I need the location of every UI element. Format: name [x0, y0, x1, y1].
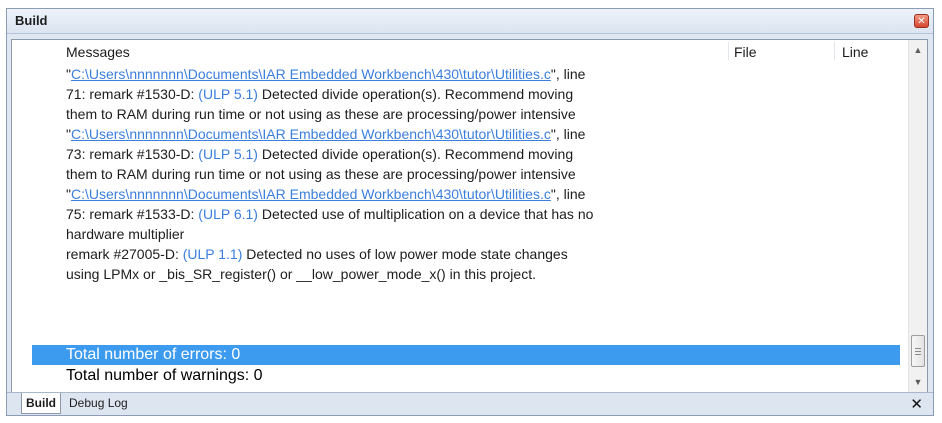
message-line[interactable]: 75: remark #1533-D: (ULP 6.1) Detected u… — [66, 204, 593, 224]
scrollbar-thumb[interactable] — [911, 335, 925, 367]
chevron-up-icon[interactable]: ▲ — [912, 44, 924, 56]
message-line[interactable]: using LPMx or _bis_SR_register() or __lo… — [66, 264, 536, 284]
message-text: 73: remark #1530-D: — [66, 146, 199, 162]
grip-line — [915, 351, 921, 352]
message-line[interactable]: remark #27005-D: (ULP 1.1) Detected no u… — [66, 244, 568, 264]
message-text: ", line — [550, 126, 586, 142]
grip-line — [915, 354, 921, 355]
message-text: Detected divide operation(s). Recommend … — [257, 146, 574, 162]
message-text: 71: remark #1530-D: — [66, 86, 199, 102]
message-text: hardware multiplier — [66, 226, 185, 242]
column-header-file[interactable]: File — [734, 44, 757, 60]
ulp-rule-link[interactable]: (ULP 5.1) — [198, 146, 258, 162]
title-bar: Build ✕ — [7, 9, 933, 34]
message-line[interactable]: "C:\Users\nnnnnnn\Documents\IAR Embedded… — [66, 184, 585, 204]
tab-bar: Build Debug Log ✕ — [7, 392, 933, 415]
selected-message-row[interactable]: Total number of errors: 0 — [32, 345, 900, 365]
message-text: ", line — [550, 66, 586, 82]
column-header-messages[interactable]: Messages — [66, 44, 130, 60]
window-title: Build — [15, 13, 48, 28]
message-text: them to RAM during run time or not using… — [66, 166, 576, 182]
message-line[interactable]: "C:\Users\nnnnnnn\Documents\IAR Embedded… — [66, 124, 585, 144]
ulp-rule-link[interactable]: (ULP 1.1) — [183, 246, 243, 262]
file-path-link[interactable]: C:\Users\nnnnnnn\Documents\IAR Embedded … — [71, 66, 551, 82]
message-text: them to RAM during run time or not using… — [66, 106, 576, 122]
message-text: ", line — [550, 186, 586, 202]
grip-line — [915, 348, 921, 349]
message-text: Detected no uses of low power mode state… — [242, 246, 568, 262]
message-text: Detected use of multiplication on a devi… — [257, 206, 594, 222]
column-separator[interactable] — [728, 42, 729, 60]
message-line[interactable]: hardware multiplier — [66, 224, 184, 244]
build-window: Build ✕ Messages File Line "C:\Users\nnn… — [6, 8, 934, 416]
window-close-button[interactable]: ✕ — [914, 14, 929, 28]
message-line[interactable]: 71: remark #1530-D: (ULP 5.1) Detected d… — [66, 84, 573, 104]
vertical-scrollbar[interactable]: ▲ ▼ — [908, 40, 927, 392]
message-text: remark #27005-D: — [66, 246, 183, 262]
file-path-link[interactable]: C:\Users\nnnnnnn\Documents\IAR Embedded … — [71, 186, 551, 202]
message-line[interactable]: 73: remark #1530-D: (ULP 5.1) Detected d… — [66, 144, 573, 164]
column-header-line[interactable]: Line — [842, 44, 868, 60]
messages-panel: Messages File Line "C:\Users\nnnnnnn\Doc… — [11, 39, 928, 393]
tab-debug-log[interactable]: Debug Log — [65, 393, 132, 413]
column-separator[interactable] — [834, 42, 835, 60]
ulp-rule-link[interactable]: (ULP 6.1) — [198, 206, 258, 222]
warnings-summary[interactable]: Total number of warnings: 0 — [66, 366, 263, 386]
message-text: using LPMx or _bis_SR_register() or __lo… — [66, 266, 536, 282]
errors-summary: Total number of errors: 0 — [66, 346, 241, 363]
message-text: Detected divide operation(s). Recommend … — [257, 86, 574, 102]
close-icon: ✕ — [917, 16, 926, 27]
message-line[interactable]: "C:\Users\nnnnnnn\Documents\IAR Embedded… — [66, 64, 585, 84]
column-headers: Messages File Line — [12, 40, 906, 62]
message-text: 75: remark #1533-D: — [66, 206, 199, 222]
message-line[interactable]: them to RAM during run time or not using… — [66, 104, 576, 124]
chevron-down-icon[interactable]: ▼ — [912, 376, 924, 388]
close-icon[interactable]: ✕ — [910, 395, 923, 413]
tab-build[interactable]: Build — [21, 393, 61, 414]
ulp-rule-link[interactable]: (ULP 5.1) — [198, 86, 258, 102]
message-line[interactable]: them to RAM during run time or not using… — [66, 164, 576, 184]
file-path-link[interactable]: C:\Users\nnnnnnn\Documents\IAR Embedded … — [71, 126, 551, 142]
